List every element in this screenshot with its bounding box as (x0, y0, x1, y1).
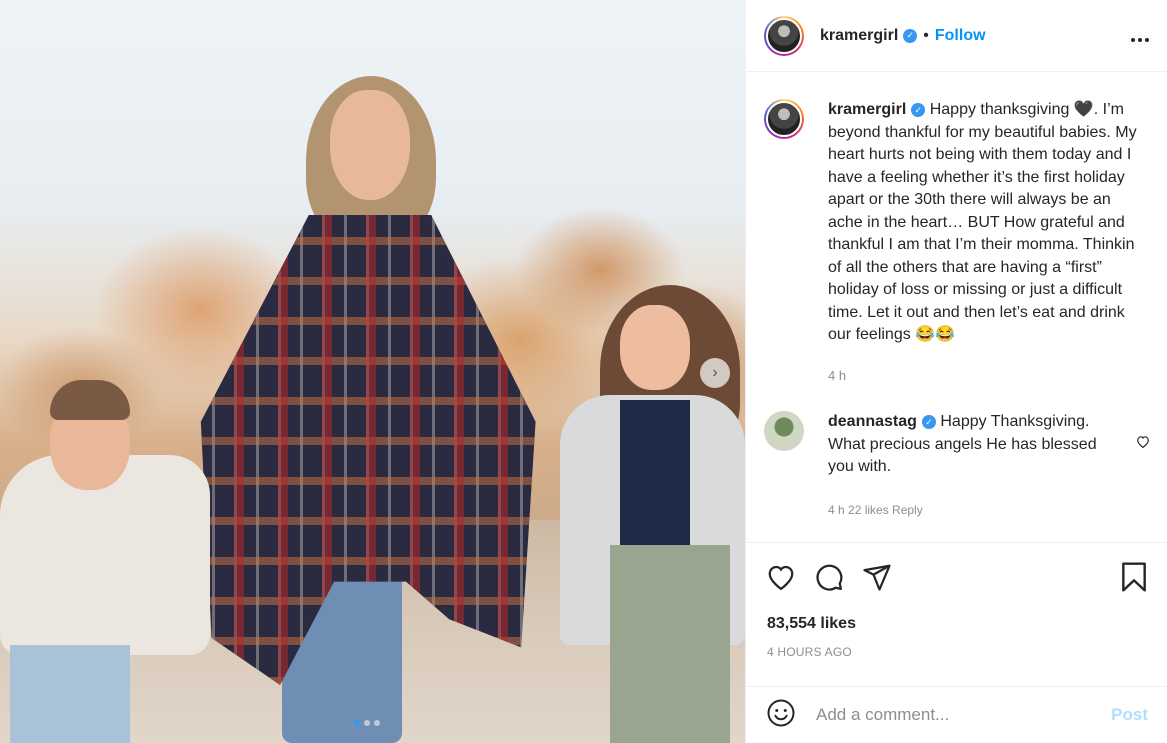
commenter-avatar[interactable] (764, 411, 804, 451)
avatar[interactable] (764, 15, 804, 56)
likes-count[interactable]: 83,554 likes (746, 595, 1167, 633)
header-username[interactable]: kramergirl (820, 27, 898, 45)
mother-face (330, 90, 410, 200)
emoji-icon[interactable] (766, 698, 796, 733)
verified-icon: ✓ (903, 28, 918, 43)
comment-item: deannastag ✓ Happy Thanksgiving. What pre… (746, 387, 1167, 521)
carousel-dot (364, 720, 370, 726)
post-actions: 83,554 likes 4 HOURS AGO (746, 542, 1167, 659)
comments-section: kramergirl ✓ Happy thanksgiving 🖤. I’m be… (746, 73, 1167, 542)
girl-pants (610, 545, 730, 743)
carousel-dot (354, 720, 360, 726)
separator-dot: • (923, 26, 929, 44)
post-timestamp[interactable]: 4 HOURS AGO (746, 633, 1167, 659)
comment-input[interactable]: Add a comment... (816, 705, 1111, 725)
post-comment-button[interactable]: Post (1111, 705, 1148, 725)
post-sidebar: kramergirl ✓ • Follow kramergirl ✓ Happy … (745, 0, 1167, 743)
carousel-dots (354, 720, 380, 726)
add-comment-bar: Add a comment... Post (746, 686, 1167, 743)
girl-face (620, 305, 690, 390)
post-header: kramergirl ✓ • Follow (746, 0, 1167, 72)
caption-avatar[interactable] (764, 99, 804, 139)
comment-username[interactable]: deannastag (828, 413, 917, 430)
heart-icon[interactable] (766, 563, 796, 591)
verified-icon: ✓ (921, 415, 936, 430)
bookmark-icon[interactable] (1120, 561, 1148, 593)
carousel-dot (374, 720, 380, 726)
caption-username[interactable]: kramergirl (828, 101, 906, 118)
caption-body: kramergirl ✓ Happy thanksgiving 🖤. I’m be… (828, 99, 1148, 387)
comment-meta[interactable]: 4 h 22 likes Reply (828, 499, 1118, 522)
follow-button[interactable]: Follow (935, 27, 986, 45)
comment-like-heart-icon[interactable] (1136, 435, 1150, 452)
next-slide-button[interactable]: › (700, 358, 730, 388)
boy-jeans (10, 645, 130, 743)
post-photo[interactable]: › (0, 0, 745, 743)
caption: kramergirl ✓ Happy thanksgiving 🖤. I’m be… (746, 73, 1167, 387)
verified-icon: ✓ (911, 103, 926, 118)
caption-text: Happy thanksgiving 🖤. I’m beyond thankfu… (828, 101, 1137, 343)
girl-top (620, 400, 690, 550)
instagram-post: › kramergirl ✓ • Follow kramergirl✓ Hap (0, 0, 1167, 743)
share-icon[interactable] (862, 562, 892, 592)
comment-body: deannastag ✓ Happy Thanksgiving. What pre… (828, 411, 1118, 521)
chevron-right-icon: › (712, 364, 718, 381)
comment-icon[interactable] (814, 562, 844, 592)
caption-time[interactable]: 4 h (828, 365, 1148, 388)
action-icons (746, 543, 1167, 595)
more-icon[interactable] (1130, 23, 1150, 49)
